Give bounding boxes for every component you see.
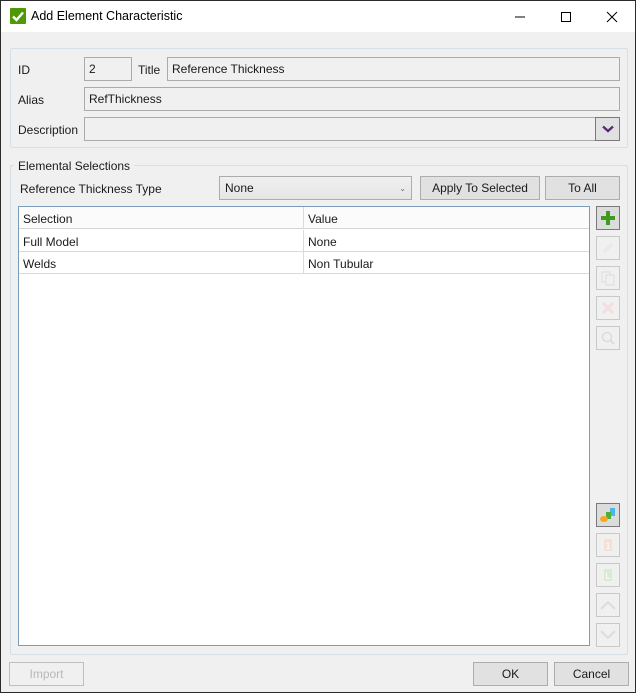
last-l-icon: L <box>604 569 612 581</box>
selection-cell[interactable]: Full Model <box>19 230 304 252</box>
pencil-icon <box>603 243 613 253</box>
reference-thickness-type-select[interactable]: None ⌄ <box>219 176 412 200</box>
selection-cell[interactable]: Welds <box>19 252 304 274</box>
ok-button[interactable]: OK <box>473 662 548 686</box>
first-one-icon: 1 <box>604 539 612 551</box>
maximize-icon <box>561 11 571 22</box>
minimize-button[interactable] <box>497 1 543 32</box>
elemental-selections-legend: Elemental Selections <box>14 159 135 173</box>
description-label: Description <box>18 123 79 137</box>
magnifier-icon <box>601 331 615 345</box>
green-check-icon <box>10 8 26 24</box>
description-dropdown-button[interactable] <box>595 117 620 141</box>
table-row[interactable]: Welds Non Tubular <box>19 252 589 274</box>
colors-button[interactable] <box>596 503 620 527</box>
dialog-window: Add Element Characteristic ID 2 Title Re… <box>0 0 636 693</box>
column-header-value[interactable]: Value <box>304 207 589 229</box>
id-label: ID <box>18 63 30 77</box>
chevron-down-icon <box>601 125 614 133</box>
apply-to-selected-button[interactable]: Apply To Selected <box>420 176 540 200</box>
chevron-down-icon: ⌄ <box>399 184 406 193</box>
window-title: Add Element Characteristic <box>31 9 183 23</box>
delete-button[interactable] <box>596 296 620 320</box>
move-down-button[interactable] <box>596 623 620 647</box>
grid-header: Selection Value <box>19 207 589 229</box>
column-header-selection[interactable]: Selection <box>19 207 304 229</box>
first-button[interactable]: 1 <box>596 533 620 557</box>
reference-thickness-type-label: Reference Thickness Type <box>20 182 162 196</box>
chevron-down-icon <box>600 630 616 640</box>
add-button[interactable] <box>596 206 620 230</box>
close-icon <box>606 11 618 22</box>
move-up-button[interactable] <box>596 593 620 617</box>
id-field[interactable]: 2 <box>84 57 132 81</box>
copy-button[interactable] <box>596 266 620 290</box>
close-button[interactable] <box>589 1 635 32</box>
reference-thickness-type-value: None <box>225 181 254 195</box>
find-button[interactable] <box>596 326 620 350</box>
description-field[interactable] <box>84 117 596 141</box>
plus-icon <box>601 211 615 225</box>
last-button[interactable]: L <box>596 563 620 587</box>
selections-grid[interactable]: Selection Value Full Model None Welds No… <box>18 206 590 646</box>
copy-icon <box>601 271 615 286</box>
svg-text:1: 1 <box>605 541 610 551</box>
svg-text:L: L <box>605 571 610 581</box>
table-row[interactable]: Full Model None <box>19 230 589 252</box>
title-field[interactable]: Reference Thickness <box>167 57 620 81</box>
import-button[interactable]: Import <box>9 662 84 686</box>
chevron-up-icon <box>600 600 616 610</box>
value-cell[interactable]: None <box>304 230 589 252</box>
cancel-button[interactable]: Cancel <box>554 662 629 686</box>
colored-blocks-icon <box>600 508 615 522</box>
edit-button[interactable] <box>596 236 620 260</box>
value-cell[interactable]: Non Tubular <box>304 252 589 274</box>
alias-field[interactable]: RefThickness <box>84 87 620 111</box>
title-label: Title <box>138 63 161 77</box>
maximize-button[interactable] <box>543 1 589 32</box>
minimize-icon <box>515 16 525 17</box>
delete-x-icon <box>601 301 615 315</box>
alias-label: Alias <box>18 93 45 107</box>
apply-to-all-button[interactable]: To All <box>545 176 620 200</box>
title-bar: Add Element Characteristic <box>1 1 635 32</box>
